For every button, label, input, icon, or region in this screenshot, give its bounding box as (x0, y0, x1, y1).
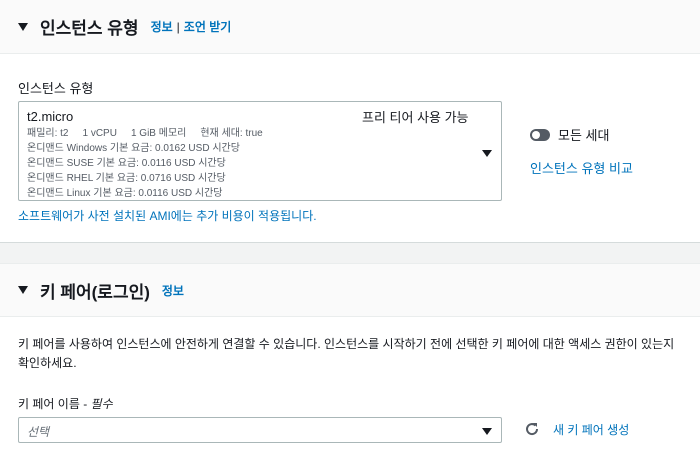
spec-memory: 1 GiB 메모리 (130, 128, 187, 139)
dropdown-arrow-icon (482, 150, 492, 157)
key-pair-description: 키 페어를 사용하여 인스턴스에 안전하게 연결할 수 있습니다. 인스턴스를 … (18, 337, 675, 370)
caret-down-icon[interactable] (18, 286, 28, 294)
key-pair-header: 키 페어(로그인) 정보 (0, 264, 700, 317)
link-separator: | (176, 19, 180, 34)
pricing-windows: 온디맨드 Windows 기본 요금: 0.0162 USD 시간당 (27, 143, 240, 154)
key-pair-body: 키 페어를 사용하여 인스턴스에 안전하게 연결할 수 있습니다. 인스턴스를 … (0, 317, 700, 461)
section-divider (0, 242, 700, 264)
refresh-icon[interactable] (524, 421, 540, 437)
toggle-knob (532, 130, 540, 139)
spec-vcpu: 1 vCPU (82, 128, 117, 139)
instance-type-body: 인스턴스 유형 t2.micro 프리 티어 사용 가능 패밀리: t2 1 vC… (0, 54, 700, 242)
get-advice-link[interactable]: 조언 받기 (184, 18, 232, 35)
all-generations-label: 모든 세대 (558, 128, 610, 143)
instance-type-info-link[interactable]: 정보 (151, 18, 173, 35)
dropdown-arrow-icon (482, 428, 492, 435)
key-pair-name-text: 키 페어 이름 - (18, 397, 91, 411)
pricing-linux: 온디맨드 Linux 기본 요금: 0.0116 USD 시간당 (27, 188, 223, 199)
key-pair-title: 키 페어(로그인) (40, 282, 150, 302)
ami-cost-helper-text: 소프트웨어가 사전 설치된 AMI에는 추가 비용이 적용됩니다. (18, 209, 317, 223)
spec-family: 패밀리: t2 (27, 128, 69, 139)
caret-down-icon[interactable] (18, 22, 28, 31)
compare-instance-types-link[interactable]: 인스턴스 유형 비교 (530, 158, 633, 177)
key-pair-info-link[interactable]: 정보 (162, 282, 184, 299)
instance-type-header: 인스턴스 유형 정보 | 조언 받기 (0, 0, 700, 54)
key-pair-name-label: 키 페어 이름 - 필수 (18, 395, 113, 412)
required-marker: 필수 (90, 397, 113, 411)
toggle-switch[interactable] (530, 128, 550, 141)
pricing-rhel: 온디맨드 RHEL 기본 요금: 0.0716 USD 시간당 (27, 173, 226, 184)
key-pair-select[interactable]: 선택 (18, 417, 502, 443)
spec-generation: 현재 세대: true (200, 128, 263, 139)
all-generations-toggle[interactable]: 모든 세대 (530, 125, 609, 144)
free-tier-badge: 프리 티어 사용 가능 (362, 110, 469, 125)
instance-type-select[interactable]: t2.micro 프리 티어 사용 가능 패밀리: t2 1 vCPU 1 GiB … (18, 101, 502, 201)
key-pair-placeholder: 선택 (27, 425, 50, 439)
instance-type-title: 인스턴스 유형 (40, 19, 139, 38)
create-key-pair-link[interactable]: 새 키 페어 생성 (553, 421, 629, 438)
pricing-suse: 온디맨드 SUSE 기본 요금: 0.0116 USD 시간당 (27, 158, 226, 169)
instance-details: 패밀리: t2 1 vCPU 1 GiB 메모리 현재 세대: true 온디맨드 W… (27, 126, 263, 201)
instance-specs: 패밀리: t2 1 vCPU 1 GiB 메모리 현재 세대: true (27, 126, 263, 141)
instance-type-field-label: 인스턴스 유형 (18, 81, 94, 96)
selected-instance-name: t2.micro (27, 109, 74, 124)
